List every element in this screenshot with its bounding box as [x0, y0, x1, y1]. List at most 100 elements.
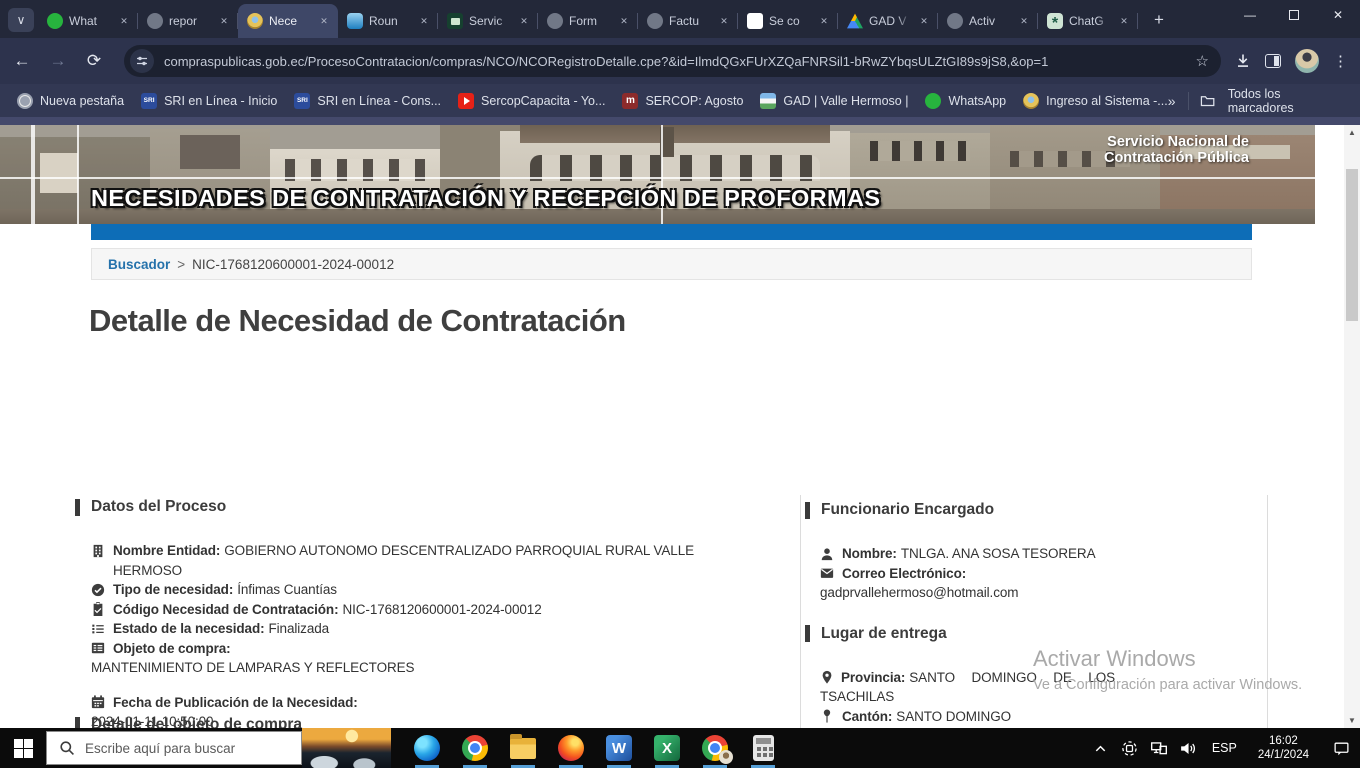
field-value: NIC-1768120600001-2024-00012 [342, 602, 541, 617]
user-icon [820, 547, 834, 561]
youtube-icon [458, 93, 474, 109]
start-button[interactable] [0, 728, 46, 768]
word[interactable]: W [595, 728, 643, 768]
bookmarks-overflow-button[interactable]: » [1168, 93, 1176, 109]
scroll-down-icon[interactable]: ▼ [1344, 713, 1360, 728]
notification-center-icon[interactable] [1332, 739, 1350, 757]
tab-close-icon[interactable]: ✕ [1016, 13, 1032, 29]
bookmark-label: WhatsApp [948, 94, 1006, 108]
map-marker-icon [820, 670, 834, 684]
close-button[interactable]: ✕ [1316, 0, 1360, 30]
bookmark-item[interactable]: GAD | Valle Hermoso | [760, 93, 908, 109]
side-panel-icon[interactable] [1265, 54, 1281, 68]
network-icon[interactable] [1150, 739, 1168, 757]
minimize-button[interactable]: — [1228, 0, 1272, 30]
url-text[interactable]: compraspublicas.gob.ec/ProcesoContrataci… [164, 54, 1186, 69]
browser-tab[interactable]: GAD V ✕ [838, 4, 938, 38]
bookmark-item[interactable]: SRI SRI en Línea - Inicio [141, 93, 277, 109]
tab-search-button[interactable]: ∨ [8, 8, 34, 32]
bookmark-item[interactable]: Ingreso al Sistema -... [1023, 93, 1168, 109]
field-label: Fecha de Publicación de la Necesidad: [113, 695, 358, 710]
profile-avatar[interactable] [1295, 49, 1319, 73]
forward-button[interactable]: → [44, 47, 72, 75]
tab-close-icon[interactable]: ✕ [316, 13, 332, 29]
scrollbar-thumb[interactable] [1346, 169, 1358, 321]
firefox[interactable] [547, 728, 595, 768]
section-heading: Lugar de entrega [805, 625, 1267, 643]
browser-tab[interactable]: What ✕ [38, 4, 138, 38]
bookmark-star-icon[interactable]: ☆ [1196, 52, 1209, 70]
clock[interactable]: 16:02 24/1/2024 [1258, 734, 1309, 762]
browser-tab[interactable]: Servic ✕ [438, 4, 538, 38]
banner-blue-bar [91, 224, 1252, 240]
volume-icon[interactable] [1179, 739, 1197, 757]
chrome-profile[interactable] [691, 728, 739, 768]
tab-close-icon[interactable]: ✕ [416, 13, 432, 29]
browser-tab[interactable]: Roun ✕ [338, 4, 438, 38]
back-button[interactable]: ← [8, 47, 36, 75]
bookmark-item[interactable]: m SERCOP: Agosto [622, 93, 743, 109]
ecuador-coat-icon [247, 13, 263, 29]
menu-kebab-icon[interactable]: ⋮ [1333, 52, 1348, 70]
news-weather-widget[interactable] [302, 728, 391, 768]
bookmark-item[interactable]: Nueva pestaña [17, 93, 124, 109]
browser-tab[interactable]: Nece ✕ [238, 4, 338, 38]
browser-tab[interactable]: repor ✕ [138, 4, 238, 38]
right-column: Funcionario Encargado Nombre:TNLGA. ANA … [800, 495, 1268, 728]
bookmark-item[interactable]: SRI SRI en Línea - Cons... [294, 93, 441, 109]
site-settings-icon[interactable] [130, 49, 154, 73]
breadcrumb-link-buscador[interactable]: Buscador [108, 257, 170, 272]
tab-close-icon[interactable]: ✕ [1116, 13, 1132, 29]
browser-tab[interactable]: ChatG ✕ [1038, 4, 1138, 38]
building-icon [91, 544, 105, 558]
edge[interactable] [403, 728, 451, 768]
chrome[interactable] [451, 728, 499, 768]
file-explorer[interactable] [499, 728, 547, 768]
tab-close-icon[interactable]: ✕ [116, 13, 132, 29]
browser-tab[interactable]: Factu ✕ [638, 4, 738, 38]
all-bookmarks-button[interactable]: Todos los marcadores [1228, 87, 1344, 115]
language-indicator[interactable]: ESP [1212, 741, 1237, 755]
page-title: Detalle de Necesidad de Contratación [89, 303, 626, 339]
tab-title: Factu [669, 14, 710, 28]
field-value: gadprvallehermoso@hotmail.com [820, 583, 1250, 603]
tab-close-icon[interactable]: ✕ [916, 13, 932, 29]
tab-title: ChatG [1069, 14, 1110, 28]
reload-button[interactable]: ⟳ [80, 47, 108, 75]
scroll-up-icon[interactable]: ▲ [1344, 125, 1360, 140]
tab-close-icon[interactable]: ✕ [516, 13, 532, 29]
roundcube-icon [347, 13, 363, 29]
calculator[interactable] [739, 728, 787, 768]
globe-icon [17, 93, 33, 109]
page-scrollbar[interactable]: ▲ ▼ [1344, 125, 1360, 728]
excel[interactable]: X [643, 728, 691, 768]
photo-stitch-line [77, 125, 79, 224]
tab-title: Servic [469, 14, 510, 28]
tab-close-icon[interactable]: ✕ [816, 13, 832, 29]
maximize-button[interactable] [1272, 0, 1316, 30]
window-controls: — ✕ [1228, 0, 1360, 30]
bookmark-label: Nueva pestaña [40, 94, 124, 108]
bookmark-item[interactable]: SercopCapacita - Yo... [458, 93, 605, 109]
breadcrumb-separator: > [177, 257, 185, 272]
sercop-icon: m [622, 93, 638, 109]
browser-tab[interactable]: Se co ✕ [738, 4, 838, 38]
tab-title: What [69, 14, 110, 28]
envelope-icon [820, 566, 834, 580]
tab-close-icon[interactable]: ✕ [616, 13, 632, 29]
tab-title: GAD V [869, 14, 910, 28]
browser-tab[interactable]: Form ✕ [538, 4, 638, 38]
tab-close-icon[interactable]: ✕ [716, 13, 732, 29]
breadcrumb-current: NIC-1768120600001-2024-00012 [192, 257, 394, 272]
downloads-icon[interactable] [1235, 53, 1251, 69]
bookmark-item[interactable]: WhatsApp [925, 93, 1006, 109]
sync-icon[interactable] [1121, 739, 1139, 757]
new-tab-button[interactable]: + [1146, 7, 1172, 33]
section-heading: Funcionario Encargado [805, 501, 1267, 519]
taskbar-search[interactable]: Escribe aquí para buscar [46, 731, 302, 765]
tray-chevron-up-icon[interactable] [1092, 739, 1110, 757]
address-bar[interactable]: compraspublicas.gob.ec/ProcesoContrataci… [124, 45, 1221, 77]
tab-close-icon[interactable]: ✕ [216, 13, 232, 29]
browser-tab[interactable]: Activ ✕ [938, 4, 1038, 38]
whatsapp-icon [47, 13, 63, 29]
